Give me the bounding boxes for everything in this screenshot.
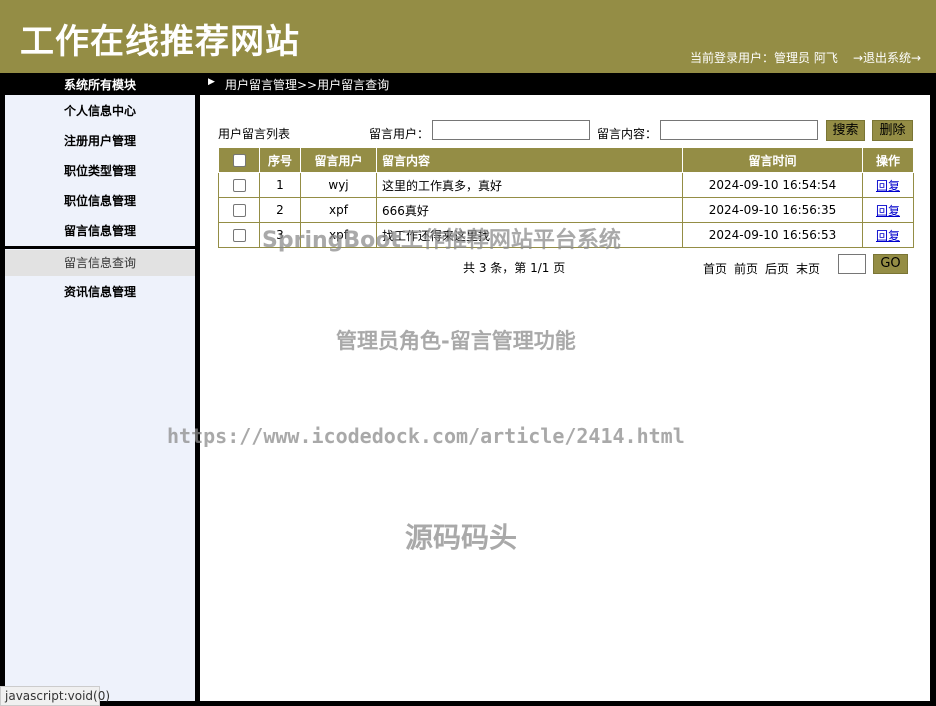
logout-link[interactable]: →退出系统→ [853,49,921,66]
site-title: 工作在线推荐网站 [20,22,300,62]
pager-prev-link[interactable]: 前页 [734,260,758,277]
watermark-title: SpringBoot工作推荐网站平台系统 [262,228,621,253]
sidebar-subitem-label: 留言信息查询 [64,256,137,270]
sidebar-item-messages[interactable]: 留言信息管理 [5,216,195,246]
reply-link[interactable]: 回复 [876,179,900,193]
row-time: 2024-09-10 16:54:54 [682,172,863,198]
select-all-cell [218,147,260,173]
sidebar-item-label: 职位信息管理 [64,194,137,208]
row-time: 2024-09-10 16:56:53 [682,222,863,248]
row-checkbox[interactable] [232,204,246,217]
delete-button[interactable]: 删除 [872,120,913,141]
user-filter-label: 留言用户： [369,127,430,141]
pager-next-link[interactable]: 后页 [765,260,789,277]
table-row: 2 xpf 666真好 2024-09-10 16:56:35 回复 [218,197,914,223]
sidebar: 个人信息中心 注册用户管理 职位类型管理 职位信息管理 留言信息管理 留言信息查… [5,95,195,701]
sidebar-item-label: 职位类型管理 [64,164,137,178]
sidebar-item-jobs[interactable]: 职位信息管理 [5,186,195,216]
sidebar-item-label: 注册用户管理 [64,134,137,148]
row-user: xpf [300,197,377,223]
reply-link[interactable]: 回复 [876,229,900,243]
sidebar-item-label: 资讯信息管理 [64,285,137,299]
column-header-action: 操作 [862,147,914,173]
select-all-checkbox[interactable] [232,154,246,167]
top-bar: 系统所有模块 ▶ 用户留言管理>>用户留言查询 [0,73,936,95]
breadcrumb: 用户留言管理>>用户留言查询 [225,78,390,92]
content-filter-input[interactable] [660,120,818,140]
row-action-cell: 回复 [862,197,914,223]
sidebar-item-profile[interactable]: 个人信息中心 [5,96,195,126]
breadcrumb-arrow-icon: ▶ [208,77,215,87]
current-user-info: 当前登录用户：管理员 阿飞 [690,51,838,65]
column-header-user: 留言用户 [300,147,377,173]
pager-first-link[interactable]: 首页 [703,260,727,277]
row-time: 2024-09-10 16:56:35 [682,197,863,223]
sidebar-item-job-types[interactable]: 职位类型管理 [5,156,195,186]
row-select-cell [218,197,260,223]
user-filter-input[interactable] [432,120,590,140]
column-header-content: 留言内容 [376,147,683,173]
row-content: 这里的工作真多，真好 [376,172,683,198]
row-content: 666真好 [376,197,683,223]
sidebar-item-label: 留言信息管理 [64,224,137,238]
reply-link[interactable]: 回复 [876,204,900,218]
watermark-brand: 源码码头 [405,521,518,554]
table-row: 1 wyj 这里的工作真多，真好 2024-09-10 16:54:54 回复 [218,172,914,198]
search-button[interactable]: 搜索 [826,120,865,141]
row-select-cell [218,172,260,198]
sidebar-item-label: 个人信息中心 [64,104,137,118]
row-checkbox[interactable] [232,179,246,192]
sidebar-subitem-message-query[interactable]: 留言信息查询 [5,250,195,276]
row-checkbox[interactable] [232,229,246,242]
sidebar-item-news[interactable]: 资讯信息管理 [5,277,195,307]
watermark-url: https://www.icodedock.com/article/2414.h… [167,424,685,448]
row-no: 1 [259,172,301,198]
go-button[interactable]: GO [873,254,908,274]
browser-status-bar: javascript:void(0) [0,686,110,706]
list-title: 用户留言列表 [218,127,291,141]
row-select-cell [218,222,260,248]
row-user: wyj [300,172,377,198]
page-number-input[interactable] [838,254,866,274]
row-action-cell: 回复 [862,172,914,198]
column-header-time: 留言时间 [682,147,863,173]
column-header-no: 序号 [259,147,301,173]
content-filter-label: 留言内容： [597,127,658,141]
row-action-cell: 回复 [862,222,914,248]
sidebar-divider [5,246,195,249]
header: 工作在线推荐网站 当前登录用户：管理员 阿飞 →退出系统→ [0,0,936,73]
pager-summary: 共 3 条，第 1/1 页 [463,261,566,275]
row-no: 2 [259,197,301,223]
watermark-subtitle: 管理员角色-留言管理功能 [336,329,576,353]
table-header-row: 序号 留言用户 留言内容 留言时间 操作 [218,147,914,173]
module-title: 系统所有模块 [63,78,136,92]
pager-last-link[interactable]: 末页 [796,260,820,277]
main-content: 用户留言列表 留言用户： 留言内容： 搜索 删除 序号 留言用户 留言内容 留言… [200,95,930,701]
sidebar-item-users[interactable]: 注册用户管理 [5,126,195,156]
